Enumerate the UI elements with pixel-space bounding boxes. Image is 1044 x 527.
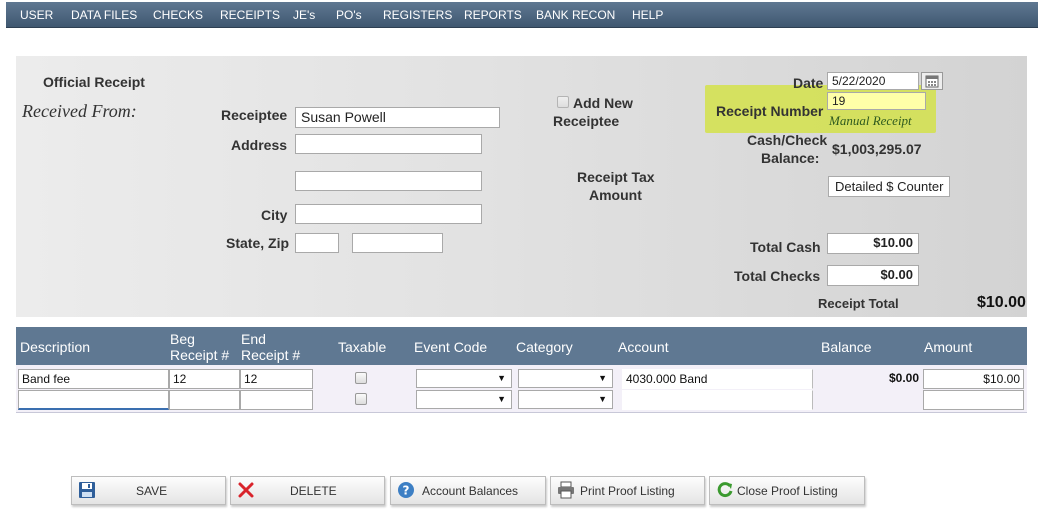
svg-text:?: ?: [403, 484, 410, 498]
refresh-icon: [717, 482, 733, 498]
cash-check-label-line1: Cash/Check: [747, 132, 828, 148]
close-proof-listing-label: Close Proof Listing: [737, 484, 838, 498]
calendar-icon: [925, 75, 939, 88]
col-event-code: Event Code: [414, 339, 488, 355]
row1-balance-value: $0.00: [888, 371, 919, 385]
add-new-receiptee-checkbox[interactable]: [557, 96, 569, 108]
chevron-down-icon: ▼: [497, 394, 506, 404]
zip-input[interactable]: [352, 233, 443, 253]
row2-event-code-select[interactable]: ▼: [416, 390, 512, 409]
menu-help[interactable]: HELP: [632, 8, 663, 22]
total-checks-label: Total Checks: [734, 268, 821, 284]
row2-beg-receipt-input[interactable]: [169, 390, 240, 410]
account-balances-label: Account Balances: [422, 484, 519, 498]
menu-checks[interactable]: CHECKS: [153, 8, 203, 22]
menu-jes[interactable]: JE's: [293, 8, 315, 22]
manual-receipt-label: Manual Receipt: [829, 113, 912, 128]
col-taxable: Taxable: [338, 339, 387, 355]
receipt-number-input[interactable]: 19: [827, 92, 926, 110]
row2-taxable-checkbox[interactable]: [355, 393, 367, 405]
total-checks-input[interactable]: $0.00: [827, 265, 919, 286]
state-zip-label: State, Zip: [226, 235, 290, 251]
add-new-label-line1: Add New: [573, 95, 633, 111]
city-label: City: [261, 207, 288, 223]
col-amount: Amount: [924, 339, 973, 355]
receiptee-input[interactable]: Susan Powell: [295, 107, 500, 128]
row2-category-select[interactable]: ▼: [518, 390, 613, 409]
receipt-number-label: Receipt Number: [716, 103, 824, 119]
menu-bank-recon[interactable]: BANK RECON: [536, 8, 615, 22]
address-line2-input[interactable]: [295, 171, 482, 191]
row1-category-select[interactable]: ▼: [518, 369, 613, 388]
add-new-label-line2: Receiptee: [553, 113, 620, 129]
menu-registers[interactable]: REGISTERS: [383, 8, 452, 22]
total-cash-input[interactable]: $10.00: [827, 233, 919, 254]
row1-end-receipt-input[interactable]: 12: [240, 369, 313, 389]
state-input[interactable]: [295, 233, 339, 253]
row2-description-input[interactable]: [18, 390, 169, 410]
floppy-disk-icon: [79, 482, 95, 498]
menu-reports[interactable]: REPORTS: [464, 8, 522, 22]
city-input[interactable]: [295, 204, 482, 224]
col-end-receipt-line1: End: [241, 331, 266, 347]
row1-beg-receipt-input[interactable]: 12: [169, 369, 240, 389]
row1-amount-input[interactable]: $10.00: [923, 369, 1024, 389]
col-balance: Balance: [821, 339, 872, 355]
account-balances-button[interactable]: ? Account Balances: [390, 476, 546, 505]
receipt-tax-label-line1: Receipt Tax: [577, 169, 655, 185]
print-proof-listing-label: Print Proof Listing: [580, 484, 675, 498]
close-icon: [238, 482, 254, 498]
menu-user[interactable]: USER: [20, 8, 53, 22]
row1-description-input[interactable]: Band fee: [18, 369, 169, 389]
row2-account-field[interactable]: [622, 390, 813, 410]
menu-data-files[interactable]: DATA FILES: [71, 8, 137, 22]
printer-icon: [558, 481, 574, 499]
grid-header: Description Beg Receipt # End Receipt # …: [16, 327, 1027, 365]
address-line1-input[interactable]: [295, 134, 482, 154]
row1-event-code-select[interactable]: ▼: [416, 369, 512, 388]
col-end-receipt-line2: Receipt #: [241, 347, 301, 363]
receipt-tax-label-line2: Amount: [589, 187, 642, 203]
menu-receipts[interactable]: RECEIPTS: [220, 8, 280, 22]
row2-balance-value: [816, 390, 922, 410]
received-from-label: Received From:: [22, 101, 137, 121]
detailed-counter-button[interactable]: Detailed $ Counter: [828, 176, 951, 197]
help-icon: ?: [398, 482, 414, 498]
col-account: Account: [618, 339, 669, 355]
cash-check-label-line2: Balance:: [761, 150, 820, 166]
col-beg-receipt-line1: Beg: [170, 331, 195, 347]
receipt-total-value: $10.00: [977, 294, 1026, 311]
address-label: Address: [231, 137, 288, 153]
delete-label: DELETE: [290, 484, 337, 498]
receipt-total-label: Receipt Total: [818, 296, 899, 311]
cash-check-balance-value: $1,003,295.07: [832, 141, 922, 157]
date-input[interactable]: 5/22/2020: [827, 72, 919, 90]
close-proof-listing-button[interactable]: Close Proof Listing: [709, 476, 865, 505]
col-category: Category: [516, 339, 573, 355]
official-receipt-label: Official Receipt: [43, 74, 145, 90]
row2-amount-input[interactable]: [923, 390, 1024, 410]
date-label: Date: [793, 75, 824, 91]
col-description: Description: [20, 339, 91, 355]
chevron-down-icon: ▼: [497, 373, 506, 383]
print-proof-listing-button[interactable]: Print Proof Listing: [550, 476, 705, 505]
total-cash-label: Total Cash: [750, 239, 821, 255]
chevron-down-icon: ▼: [598, 373, 607, 383]
row1-account-field[interactable]: 4030.000 Band: [622, 369, 813, 389]
chevron-down-icon: ▼: [598, 394, 607, 404]
row2-end-receipt-input[interactable]: [240, 390, 313, 410]
delete-button[interactable]: DELETE: [230, 476, 385, 505]
save-label: SAVE: [136, 484, 168, 498]
col-beg-receipt-line2: Receipt #: [170, 347, 230, 363]
row1-taxable-checkbox[interactable]: [355, 372, 367, 384]
menu-pos[interactable]: PO's: [336, 8, 362, 22]
calendar-button[interactable]: [921, 72, 943, 90]
save-button[interactable]: SAVE: [71, 476, 226, 505]
receiptee-label: Receiptee: [221, 107, 288, 123]
menu-bar: USER DATA FILES CHECKS RECEIPTS JE's PO'…: [6, 2, 1038, 28]
